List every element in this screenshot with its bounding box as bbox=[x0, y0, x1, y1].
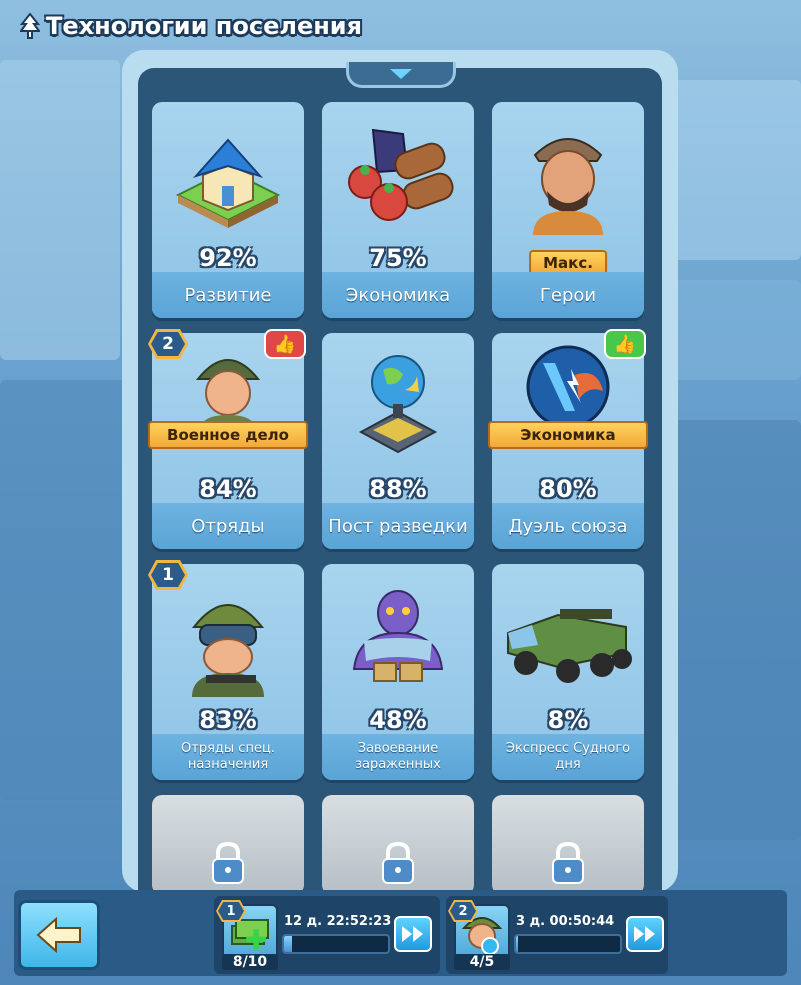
page-title-text: Технологии поселения bbox=[46, 12, 363, 40]
fast-forward-icon bbox=[402, 926, 423, 942]
soldier-icon bbox=[152, 341, 304, 431]
house-icon bbox=[152, 110, 304, 240]
zombie-icon bbox=[322, 572, 474, 702]
tech-card-alliance-duel[interactable]: 👍 Экономика 80% Дуэль союза bbox=[478, 329, 658, 549]
queue-timer: 3 д. 00:50:44 bbox=[516, 914, 615, 929]
progress-percent: 80% bbox=[539, 475, 597, 503]
tech-card-squads[interactable]: 2 👍 Военное дело 84% Отряды bbox=[138, 329, 318, 549]
card-label: Экономика bbox=[322, 272, 474, 318]
tech-card-doomsday-express[interactable]: 8% Экспресс Судного дня bbox=[492, 564, 644, 780]
queue-badge: 1 bbox=[216, 900, 246, 922]
category-ribbon: Экономика bbox=[478, 421, 658, 455]
panel-collapse-tab[interactable] bbox=[346, 62, 456, 88]
progress-percent: 75% bbox=[369, 244, 427, 272]
background-shape bbox=[0, 60, 120, 360]
research-queue-2[interactable]: 2 4/5 3 д. 00:50:44 bbox=[446, 896, 668, 974]
tech-card-recon-post[interactable]: 88% Пост разведки bbox=[322, 333, 474, 549]
resources-icon bbox=[322, 110, 474, 240]
queue-badge: 2 bbox=[448, 900, 478, 922]
tree-icon bbox=[20, 13, 40, 39]
progress-percent: 84% bbox=[199, 475, 257, 503]
tech-panel: 92% Развитие 75% Экономика Макс. Герои 2… bbox=[122, 50, 678, 892]
tech-card-infected-conquest[interactable]: 48% Завоевание зараженных bbox=[322, 564, 474, 780]
tech-card-locked[interactable] bbox=[492, 795, 644, 892]
progress-percent: 83% bbox=[199, 706, 257, 734]
background-shape bbox=[671, 420, 801, 840]
queue-count: 4/5 bbox=[454, 954, 510, 970]
background-shape bbox=[0, 380, 130, 800]
page-title: Технологии поселения bbox=[20, 10, 362, 42]
card-label: Завоевание зараженных bbox=[322, 734, 474, 780]
lock-icon bbox=[382, 841, 414, 884]
arrow-left-icon bbox=[36, 917, 81, 953]
armored-truck-icon bbox=[492, 572, 644, 702]
progress-percent: 8% bbox=[547, 706, 589, 734]
progress-percent: 48% bbox=[369, 706, 427, 734]
tech-card-development[interactable]: 92% Развитие bbox=[152, 102, 304, 318]
duel-shield-icon bbox=[492, 341, 644, 431]
progress-percent: 88% bbox=[369, 475, 427, 503]
special-forces-icon bbox=[152, 572, 304, 702]
tech-card-special-forces[interactable]: 1 83% Отряды спец. назначения bbox=[148, 560, 304, 780]
speed-up-button[interactable] bbox=[394, 916, 432, 952]
card-label: Отряды bbox=[152, 503, 304, 549]
queue-count: 8/10 bbox=[222, 954, 278, 970]
card-label: Пост разведки bbox=[322, 503, 474, 549]
background-shape bbox=[671, 80, 801, 260]
card-label: Экспресс Судного дня bbox=[492, 734, 644, 780]
queue-timer: 12 д. 22:52:23 bbox=[284, 914, 392, 929]
background-shape bbox=[671, 280, 801, 380]
fast-forward-icon bbox=[634, 926, 655, 942]
tech-card-heroes[interactable]: Макс. Герои bbox=[492, 102, 644, 318]
progress-percent: 92% bbox=[199, 244, 257, 272]
queue-progress-bar bbox=[282, 934, 390, 954]
chevron-down-icon bbox=[390, 68, 412, 79]
tech-card-locked[interactable] bbox=[152, 795, 304, 892]
research-queue-1[interactable]: 1 8/10 12 д. 22:52:23 bbox=[214, 896, 440, 974]
tech-grid-container: 92% Развитие 75% Экономика Макс. Герои 2… bbox=[138, 68, 662, 892]
card-label: Развитие bbox=[152, 272, 304, 318]
queue-progress-bar bbox=[514, 934, 622, 954]
radar-globe-icon bbox=[322, 341, 474, 471]
tech-card-economy[interactable]: 75% Экономика bbox=[322, 102, 474, 318]
back-button[interactable] bbox=[18, 900, 100, 970]
card-label: Отряды спец. назначения bbox=[152, 734, 304, 780]
category-ribbon: Военное дело bbox=[138, 421, 318, 455]
lock-icon bbox=[212, 841, 244, 884]
lock-icon bbox=[552, 841, 584, 884]
tech-card-locked[interactable] bbox=[322, 795, 474, 892]
card-label: Дуэль союза bbox=[492, 503, 644, 549]
card-label: Герои bbox=[492, 272, 644, 318]
hero-portrait-icon bbox=[492, 110, 644, 240]
speed-up-button[interactable] bbox=[626, 916, 664, 952]
tech-grid: 92% Развитие 75% Экономика Макс. Герои 2… bbox=[138, 102, 658, 892]
